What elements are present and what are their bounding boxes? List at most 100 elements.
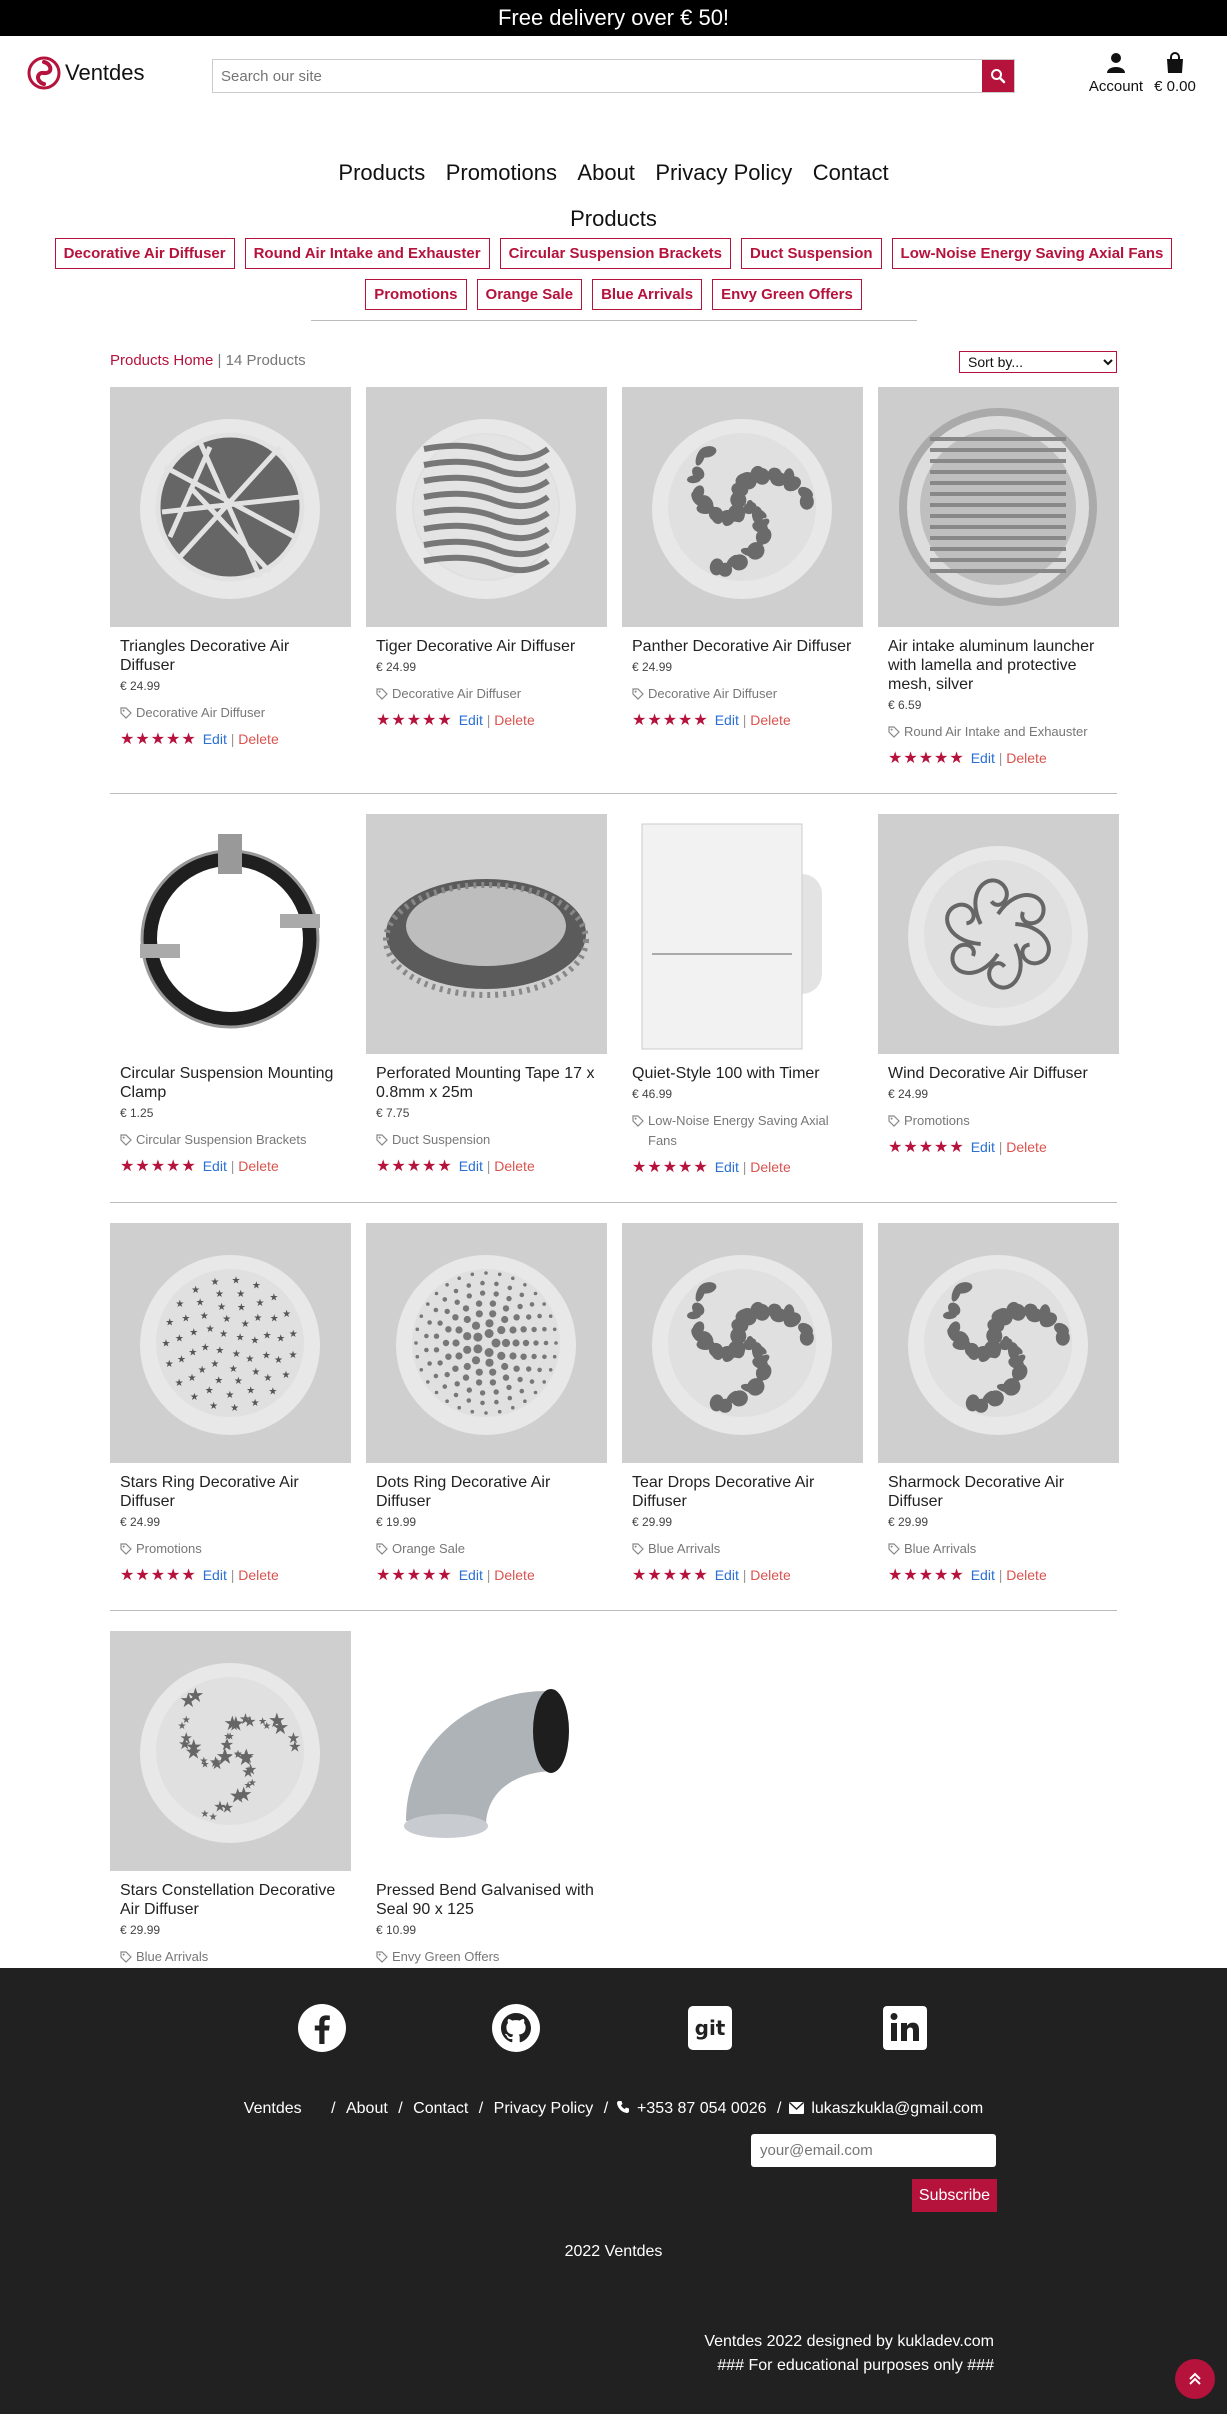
back-to-top-button[interactable] — [1175, 2359, 1215, 2399]
product-name[interactable]: Tiger Decorative Air Diffuser — [376, 637, 597, 656]
product-name[interactable]: Pressed Bend Galvanised with Seal 90 x 1… — [376, 1881, 597, 1919]
product-image[interactable] — [366, 1223, 607, 1463]
product-category[interactable]: Round Air Intake and Exhauster — [888, 722, 1109, 742]
product-name[interactable]: Air intake aluminum launcher with lamell… — [888, 637, 1109, 694]
product-image[interactable]: ★★★★★★★★★★★★★★★★★★★★★★★★★★★★★★★★★★★★★★★★… — [110, 1223, 351, 1463]
search-button[interactable] — [982, 60, 1014, 92]
product-name[interactable]: Circular Suspension Mounting Clamp — [120, 1064, 341, 1102]
product-image[interactable] — [878, 387, 1119, 627]
product-image[interactable] — [878, 1223, 1119, 1463]
product-category[interactable]: Circular Suspension Brackets — [120, 1130, 341, 1150]
delete-link[interactable]: Delete — [750, 1567, 790, 1583]
product-name[interactable]: Stars Constellation Decorative Air Diffu… — [120, 1881, 341, 1919]
edit-link[interactable]: Edit — [459, 1567, 483, 1583]
product-category[interactable]: Blue Arrivals — [632, 1539, 853, 1559]
category-chip[interactable]: Low-Noise Energy Saving Axial Fans — [891, 238, 1173, 269]
product-image[interactable] — [366, 1631, 607, 1871]
account-link[interactable]: Account — [1085, 52, 1147, 96]
edit-link[interactable]: Edit — [459, 712, 483, 728]
product-category[interactable]: Orange Sale — [376, 1539, 597, 1559]
nav-contact[interactable]: Contact — [813, 160, 889, 185]
product-image[interactable] — [622, 1223, 863, 1463]
product-image[interactable] — [622, 387, 863, 627]
nav-privacy-policy[interactable]: Privacy Policy — [655, 160, 792, 185]
footer-link-privacy[interactable]: Privacy Policy — [494, 2100, 594, 2117]
product-category[interactable]: Blue Arrivals — [888, 1539, 1109, 1559]
footer-phone[interactable]: +353 87 054 0026 — [637, 2100, 766, 2117]
category-chip[interactable]: Decorative Air Diffuser — [54, 238, 235, 269]
brand-logo[interactable]: Ventdes — [27, 56, 145, 90]
category-chip[interactable]: Envy Green Offers — [712, 279, 862, 310]
delete-link[interactable]: Delete — [238, 1158, 278, 1174]
delete-link[interactable]: Delete — [494, 1158, 534, 1174]
edit-link[interactable]: Edit — [971, 750, 995, 766]
product-image[interactable] — [878, 814, 1119, 1054]
subscribe-button[interactable]: Subscribe — [912, 2179, 997, 2212]
edit-link[interactable]: Edit — [203, 1567, 227, 1583]
product-name[interactable]: Wind Decorative Air Diffuser — [888, 1064, 1109, 1083]
edit-link[interactable]: Edit — [203, 1158, 227, 1174]
delete-link[interactable]: Delete — [238, 1567, 278, 1583]
linkedin-icon[interactable] — [880, 2003, 930, 2053]
product-name[interactable]: Triangles Decorative Air Diffuser — [120, 637, 341, 675]
delete-link[interactable]: Delete — [1006, 1567, 1046, 1583]
delete-link[interactable]: Delete — [494, 712, 534, 728]
delete-link[interactable]: Delete — [1006, 750, 1046, 766]
github-icon[interactable] — [491, 2003, 541, 2053]
product-category[interactable]: Promotions — [888, 1111, 1109, 1131]
products-home-link[interactable]: Products Home — [110, 352, 213, 369]
product-category[interactable]: Decorative Air Diffuser — [120, 703, 341, 723]
product-name[interactable]: Perforated Mounting Tape 17 x 0.8mm x 25… — [376, 1064, 597, 1102]
newsletter-email-input[interactable] — [751, 2134, 996, 2167]
product-category[interactable]: Envy Green Offers — [376, 1947, 597, 1967]
product-name[interactable]: Panther Decorative Air Diffuser — [632, 637, 853, 656]
delete-link[interactable]: Delete — [750, 712, 790, 728]
edit-link[interactable]: Edit — [715, 1567, 739, 1583]
edit-link[interactable]: Edit — [459, 1158, 483, 1174]
footer-link-contact[interactable]: Contact — [413, 2100, 468, 2117]
product-category[interactable]: Blue Arrivals — [120, 1947, 341, 1967]
product-category[interactable]: Decorative Air Diffuser — [632, 684, 853, 704]
footer-link-about[interactable]: About — [346, 2100, 388, 2117]
edit-link[interactable]: Edit — [715, 1159, 739, 1175]
category-chip[interactable]: Promotions — [365, 279, 467, 310]
product-image[interactable]: ★★★★★★★★★★★★★★★★★★★★★★★★★★★★★★★★★★★★★★★★… — [110, 1631, 351, 1871]
product-name[interactable]: Stars Ring Decorative Air Diffuser — [120, 1473, 341, 1511]
delete-link[interactable]: Delete — [494, 1567, 534, 1583]
nav-products[interactable]: Products — [338, 160, 425, 185]
product-image[interactable] — [366, 814, 607, 1054]
product-category[interactable]: Duct Suspension — [376, 1130, 597, 1150]
category-chip[interactable]: Orange Sale — [476, 279, 583, 310]
nav-about[interactable]: About — [577, 160, 635, 185]
footer-link-ventdes[interactable]: Ventdes — [244, 2100, 302, 2117]
delete-link[interactable]: Delete — [238, 731, 278, 747]
product-name[interactable]: Sharmock Decorative Air Diffuser — [888, 1473, 1109, 1511]
product-image[interactable] — [110, 814, 351, 1054]
delete-link[interactable]: Delete — [750, 1159, 790, 1175]
product-category[interactable]: Low-Noise Energy Saving Axial Fans — [632, 1111, 853, 1151]
product-name[interactable]: Tear Drops Decorative Air Diffuser — [632, 1473, 853, 1511]
product-image[interactable] — [622, 814, 863, 1054]
footer-email[interactable]: lukaszkukla@gmail.com — [811, 2100, 983, 2117]
edit-link[interactable]: Edit — [971, 1139, 995, 1155]
product-name[interactable]: Dots Ring Decorative Air Diffuser — [376, 1473, 597, 1511]
product-name[interactable]: Quiet-Style 100 with Timer — [632, 1064, 853, 1083]
facebook-icon[interactable] — [297, 2003, 347, 2053]
search-input[interactable] — [213, 60, 982, 92]
product-image[interactable] — [366, 387, 607, 627]
category-chip[interactable]: Duct Suspension — [741, 238, 882, 269]
sort-select[interactable]: Sort by... — [959, 351, 1117, 373]
product-category[interactable]: Promotions — [120, 1539, 341, 1559]
git-icon[interactable]: git — [685, 2003, 735, 2053]
shopping-bag-link[interactable]: € 0.00 — [1150, 52, 1200, 96]
product-image[interactable] — [110, 387, 351, 627]
product-category[interactable]: Decorative Air Diffuser — [376, 684, 597, 704]
category-chip[interactable]: Blue Arrivals — [592, 279, 703, 310]
delete-link[interactable]: Delete — [1006, 1139, 1046, 1155]
edit-link[interactable]: Edit — [971, 1567, 995, 1583]
nav-promotions[interactable]: Promotions — [446, 160, 557, 185]
edit-link[interactable]: Edit — [715, 712, 739, 728]
edit-link[interactable]: Edit — [203, 731, 227, 747]
category-chip[interactable]: Circular Suspension Brackets — [499, 238, 732, 269]
category-chip[interactable]: Round Air Intake and Exhauster — [244, 238, 490, 269]
